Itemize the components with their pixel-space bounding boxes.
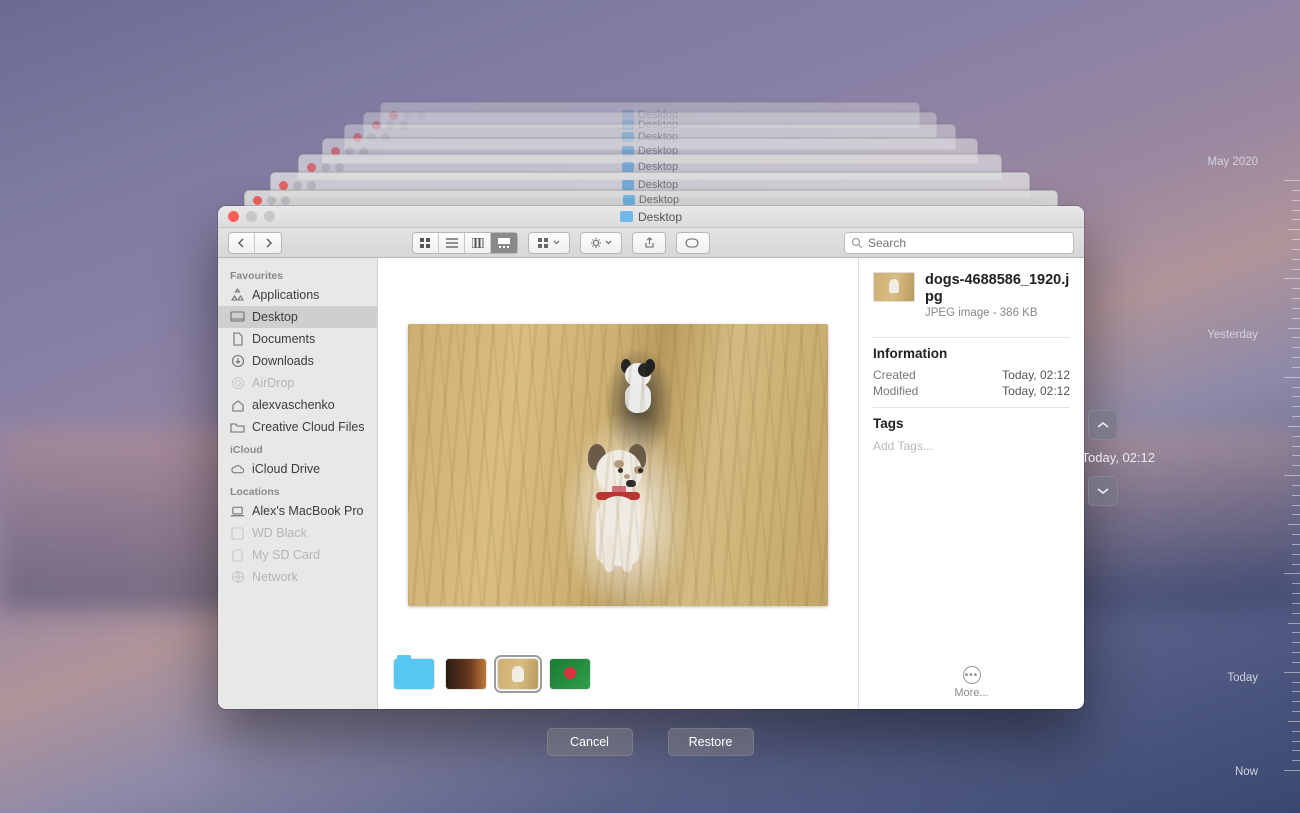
search-input[interactable] [868,236,1067,250]
thumbnail-image[interactable] [550,659,590,689]
sidebar-item-label: Network [252,570,298,584]
downloads-icon [230,354,245,368]
info-modified: ModifiedToday, 02:12 [873,383,1070,399]
home-icon [230,398,245,412]
sidebar: Favourites Applications Desktop Documents Do… [218,258,378,709]
sidebar-item-label: My SD Card [252,548,320,562]
file-name: dogs-4688586_1920.jpg [925,272,1070,305]
sidebar-item-documents[interactable]: Documents [218,328,377,350]
info-thumbnail [873,272,915,302]
sidebar-item-wd-black[interactable]: WD Black [218,522,377,544]
finder-window: Desktop Favourites Applications Desktop Doc… [218,206,1084,709]
timeline-up-button[interactable] [1088,410,1118,440]
sidebar-item-label: iCloud Drive [252,462,320,476]
thumbnail-folder[interactable] [394,659,434,689]
sidebar-item-label: Alex's MacBook Pro [252,504,363,518]
sidebar-item-label: Applications [252,288,319,302]
sidebar-item-applications[interactable]: Applications [218,284,377,306]
sidebar-item-alex-s-macbook-pro[interactable]: Alex's MacBook Pro [218,500,377,522]
sidebar-item-network[interactable]: Network [218,566,377,588]
sidebar-item-label: Downloads [252,354,314,368]
sidebar-item-desktop[interactable]: Desktop [218,306,377,328]
timeline-down-button[interactable] [1088,476,1118,506]
titlebar: Desktop [218,206,1084,228]
sidebar-item-label: Creative Cloud Files [252,420,365,434]
sidebar-item-label: AirDrop [252,376,294,390]
gallery-view-button[interactable] [491,233,517,253]
zoom-button[interactable] [264,211,275,222]
column-view-button[interactable] [465,233,491,253]
preview-image [408,324,828,606]
more-icon: ••• [963,666,981,684]
view-buttons [412,232,518,254]
more-button[interactable]: ••• More... [873,666,1070,699]
toolbar [218,228,1084,258]
info-section-header: Information [873,346,1070,361]
timeline-label: Today [1227,672,1258,684]
forward-button[interactable] [255,233,281,253]
list-view-button[interactable] [439,233,465,253]
info-created: CreatedToday, 02:12 [873,367,1070,383]
nav-buttons [228,232,282,254]
timeline-label: Now [1235,766,1258,778]
sidebar-item-label: WD Black [252,526,307,540]
group-button[interactable] [528,232,570,254]
search-field[interactable] [844,232,1074,254]
action-button[interactable] [580,232,622,254]
search-icon [851,237,863,249]
desktop-icon [230,310,245,324]
info-pane: dogs-4688586_1920.jpg JPEG image - 386 K… [859,258,1084,709]
timeline-label: Yesterday [1207,329,1258,341]
doc-icon [230,332,245,346]
sidebar-item-label: Desktop [252,310,298,324]
sidebar-item-alexvaschenko[interactable]: alexvaschenko [218,394,377,416]
file-kind: JPEG image - 386 KB [925,307,1070,319]
timeline-label: May 2020 [1207,156,1258,168]
icon-view-button[interactable] [413,233,439,253]
airdrop-icon [230,376,245,390]
sidebar-item-icloud-drive[interactable]: iCloud Drive [218,458,377,480]
disk-icon [230,526,245,540]
minimize-button[interactable] [246,211,257,222]
cloud-icon [230,462,245,476]
sidebar-item-label: Documents [252,332,315,346]
preview-pane [378,258,859,709]
globe-icon [230,570,245,584]
tags-button[interactable] [676,232,710,254]
add-tags-field[interactable]: Add Tags... [873,439,1070,453]
window-title: Desktop [620,210,682,224]
timeline-current-label: Today, 02:12 [1082,450,1155,465]
sidebar-item-label: alexvaschenko [252,398,335,412]
sidebar-item-my-sd-card[interactable]: My SD Card [218,544,377,566]
sd-icon [230,548,245,562]
sidebar-item-creative-cloud-files[interactable]: Creative Cloud Files [218,416,377,438]
close-button[interactable] [228,211,239,222]
thumbnail-image-selected[interactable] [498,659,538,689]
sidebar-section-header: iCloud [218,438,377,458]
sidebar-item-downloads[interactable]: Downloads [218,350,377,372]
share-button[interactable] [632,232,666,254]
sidebar-section-header: Locations [218,480,377,500]
cancel-button[interactable]: Cancel [547,728,633,756]
restore-button[interactable]: Restore [668,728,754,756]
thumbnail-strip [378,651,858,709]
sidebar-section-header: Favourites [218,264,377,284]
tags-section-header: Tags [873,416,1070,431]
window-controls [228,211,275,222]
timeline[interactable]: May 2020 Yesterday Today Now [1180,0,1300,813]
folder-icon [620,211,633,222]
sidebar-item-airdrop[interactable]: AirDrop [218,372,377,394]
back-button[interactable] [229,233,255,253]
apps-icon [230,288,245,302]
thumbnail-image[interactable] [446,659,486,689]
folder-icon [230,420,245,434]
laptop-icon [230,504,245,518]
